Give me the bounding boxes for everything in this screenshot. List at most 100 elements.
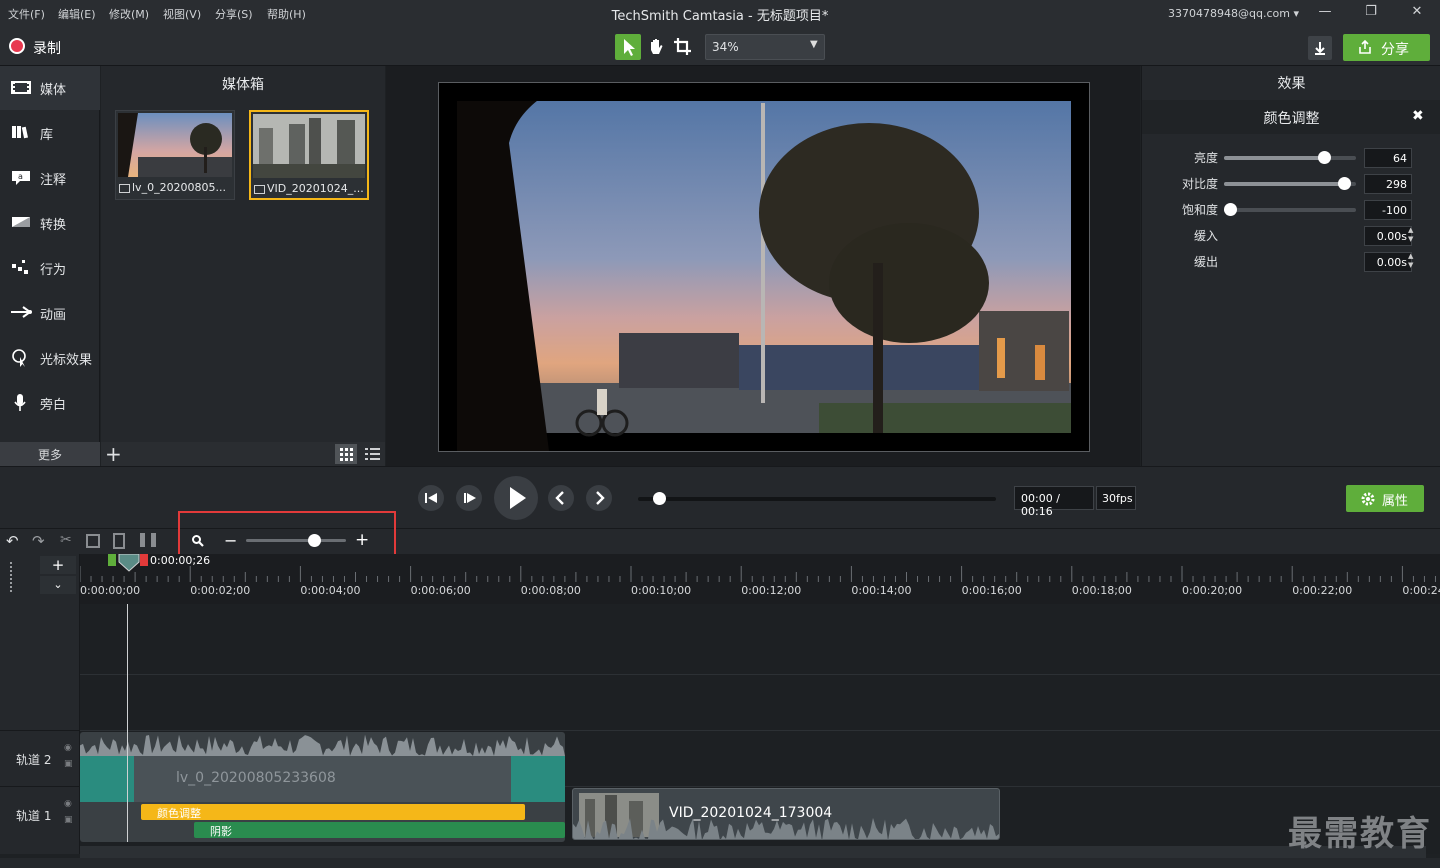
contrast-slider[interactable]	[1224, 177, 1356, 190]
record-button[interactable]: 录制	[0, 28, 80, 66]
nav-item-media[interactable]: 媒体	[0, 66, 100, 110]
chevron-left-icon	[555, 491, 564, 505]
hand-tool-button[interactable]	[643, 34, 669, 60]
track-2-header[interactable]: 轨道 2 ◉ ▣	[0, 730, 79, 786]
add-track-button[interactable]: +	[40, 556, 76, 574]
close-icon[interactable]: ✖	[1412, 108, 1424, 124]
properties-button[interactable]: 属性	[1346, 485, 1424, 512]
brightness-slider[interactable]	[1224, 151, 1356, 164]
restore-button[interactable]: ❐	[1361, 4, 1381, 24]
list-view-button[interactable]	[361, 444, 383, 464]
lock-icon[interactable]: ▣	[64, 759, 73, 769]
nav-label: 媒体	[40, 83, 67, 98]
video-clip[interactable]: VID_20201024_173004	[572, 788, 1000, 840]
lock-icon[interactable]: ▣	[64, 815, 73, 825]
media-bin-panel: 媒体箱 lv_0_20200805... VID_20201024_...	[101, 66, 385, 466]
more-button[interactable]: 更多	[0, 442, 100, 466]
play-button[interactable]	[494, 476, 538, 520]
ease-out-stepper[interactable]: ▲ ▼	[1408, 252, 1414, 270]
media-item-selected[interactable]: VID_20201024_...	[249, 110, 369, 200]
ruler-tick-label: 0:00:00;00	[80, 584, 141, 597]
track-1-header[interactable]: 轨道 1 ◉ ▣	[0, 786, 79, 842]
ease-in-stepper[interactable]: ▲ ▼	[1408, 226, 1414, 244]
nav-item-library[interactable]: 库	[0, 111, 100, 155]
ruler-tick-label: 0:00:02;00	[190, 584, 251, 597]
brightness-label: 亮度	[1193, 151, 1218, 165]
video-clip[interactable]: lv_0_20200805233608 颜色调整 阴影	[80, 732, 565, 842]
effect-bar-shadow[interactable]: 阴影	[194, 822, 565, 838]
crop-tool-button[interactable]	[670, 34, 696, 60]
step-forward-button[interactable]	[456, 485, 482, 511]
nav-label: 注释	[40, 173, 67, 188]
zoom-dropdown[interactable]: 34% ▼	[705, 34, 825, 60]
ruler-tick-label: 0:00:08;00	[520, 584, 581, 597]
nav-item-cursor-effects[interactable]: 光标效果	[0, 336, 100, 380]
slider-knob[interactable]	[1224, 203, 1237, 216]
nav-label: 动画	[40, 308, 67, 323]
saturation-slider[interactable]	[1224, 203, 1356, 216]
scrubber-knob[interactable]	[653, 492, 666, 505]
nav-item-behavior[interactable]: 行为	[0, 246, 100, 290]
timeline-tracks[interactable]: lv_0_20200805233608 颜色调整 阴影 VID_20201024…	[80, 604, 1440, 854]
previous-marker-button[interactable]	[548, 485, 574, 511]
timeline-scrollbar[interactable]	[80, 846, 1426, 858]
download-button[interactable]	[1308, 36, 1332, 60]
paste-icon[interactable]	[113, 533, 125, 549]
selection-start-handle[interactable]	[108, 554, 116, 566]
ruler-tick-label: 0:00:10;00	[631, 584, 692, 597]
next-marker-button[interactable]	[586, 485, 612, 511]
video-preview[interactable]	[438, 82, 1090, 452]
minimize-button[interactable]: —	[1315, 4, 1335, 24]
track-height-slider[interactable]	[10, 562, 16, 592]
nav-item-voice-narration[interactable]: 旁白	[0, 381, 100, 425]
effect-bar-color-adjust[interactable]: 颜色调整	[141, 804, 525, 820]
split-icon[interactable]	[140, 533, 156, 547]
step-forward-icon	[464, 493, 476, 503]
ease-in-value[interactable]: 0.00s	[1364, 226, 1412, 246]
contrast-value[interactable]: 298	[1364, 174, 1412, 194]
playback-scrubber[interactable]	[638, 492, 996, 505]
clip-name: lv_0_20200805233608	[176, 770, 336, 786]
media-item[interactable]: lv_0_20200805...	[115, 110, 235, 200]
time-display: 00:00 / 00:16	[1014, 486, 1094, 518]
video-file-icon	[119, 184, 130, 193]
brightness-value[interactable]: 64	[1364, 148, 1412, 168]
eye-icon[interactable]: ◉	[64, 743, 72, 753]
nav-item-animation[interactable]: 动画	[0, 291, 100, 335]
playhead-handle[interactable]	[118, 553, 140, 572]
download-arrow-icon	[1315, 42, 1325, 55]
cursor-effect-icon	[12, 349, 26, 367]
eye-icon[interactable]: ◉	[64, 799, 72, 809]
saturation-value[interactable]: -100	[1364, 200, 1412, 220]
grid-view-button[interactable]	[335, 444, 357, 464]
more-label: 更多	[38, 448, 63, 462]
select-tool-button[interactable]	[615, 34, 641, 60]
slider-knob[interactable]	[1338, 177, 1351, 190]
transition-block[interactable]	[511, 756, 565, 802]
close-window-button[interactable]: ✕	[1407, 4, 1427, 24]
ruler-tick-label: 0:00:12;00	[741, 584, 802, 597]
step-back-button[interactable]	[418, 485, 444, 511]
ruler-tick-label: 0:00:18;00	[1071, 584, 1132, 597]
ease-out-value[interactable]: 0.00s	[1364, 252, 1412, 272]
nav-item-transition[interactable]: 转换	[0, 201, 100, 245]
add-media-button[interactable]: +	[105, 442, 122, 466]
slider-knob[interactable]	[1318, 151, 1331, 164]
undo-icon[interactable]: ↶	[6, 532, 19, 550]
timeline-ruler[interactable]: 0:00:00;00 0:00:02;00 0:00:04;00 0:00:06;00…	[80, 554, 1440, 604]
canvas-preview[interactable]	[386, 66, 1140, 466]
effect-label: 阴影	[210, 825, 232, 838]
chevron-down-icon: ▼	[810, 39, 818, 50]
collapse-tracks-button[interactable]: ⌄	[40, 576, 76, 594]
share-button[interactable]: 分享	[1343, 34, 1430, 61]
redo-icon[interactable]: ↷	[32, 532, 45, 550]
selection-end-handle[interactable]	[140, 554, 148, 566]
nav-item-annotation[interactable]: a 注释	[0, 156, 100, 200]
cut-icon[interactable]: ✂	[60, 532, 72, 548]
record-dot-icon	[9, 38, 25, 54]
main-toolbar: 录制 34% ▼ 分享	[0, 28, 1440, 66]
account-menu[interactable]: 3370478948@qq.com ▾	[1168, 7, 1299, 20]
transition-block[interactable]	[80, 756, 134, 802]
playhead-line[interactable]	[127, 604, 128, 842]
copy-icon[interactable]	[86, 534, 100, 548]
